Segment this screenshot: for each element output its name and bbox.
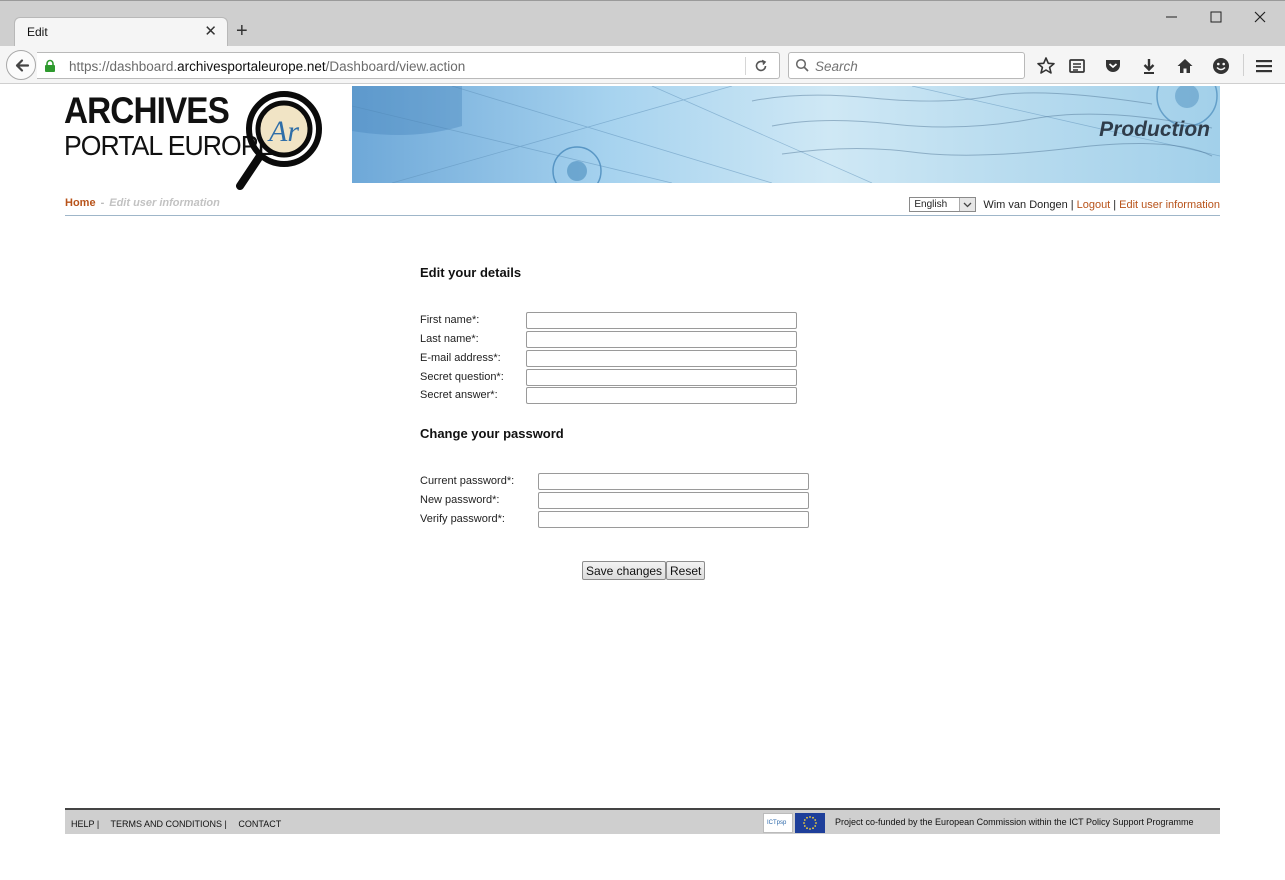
new-tab-icon[interactable]: + xyxy=(236,21,248,41)
tab-edit[interactable]: Edit ✕ xyxy=(14,17,228,47)
secret-answer-label: Secret answer*: xyxy=(420,389,498,401)
logo-mark-text: Ar xyxy=(267,115,299,148)
footer-help-link[interactable]: HELP | xyxy=(71,819,99,829)
url-host: archivesportaleurope.net xyxy=(177,59,326,74)
footer-links: HELP | TERMS AND CONDITIONS | CONTACT xyxy=(71,819,290,829)
url-separator xyxy=(745,57,746,75)
tab-bar: Edit ✕ + xyxy=(0,0,1285,47)
breadcrumb-home-link[interactable]: Home xyxy=(65,197,96,209)
secret-question-input[interactable] xyxy=(526,369,797,386)
verify-password-label: Verify password*: xyxy=(420,513,505,525)
tab-title: Edit xyxy=(27,25,48,39)
search-icon xyxy=(795,58,809,72)
navigation-toolbar: https://dashboard.archivesportaleurope.n… xyxy=(0,46,1285,84)
first-name-input[interactable] xyxy=(526,312,797,329)
tab-close-icon[interactable]: ✕ xyxy=(204,24,217,40)
secret-question-label: Secret question*: xyxy=(420,371,504,383)
back-arrow-icon xyxy=(15,59,30,72)
lock-icon[interactable] xyxy=(43,59,57,73)
chevron-down-icon xyxy=(959,198,976,211)
edit-details-heading: Edit your details xyxy=(420,265,522,280)
footer-terms-link[interactable]: TERMS AND CONDITIONS | xyxy=(111,819,227,829)
user-name: Wim van Dongen xyxy=(983,198,1068,211)
hello-smiley-icon[interactable] xyxy=(1211,56,1231,76)
url-prefix: https://dashboard. xyxy=(69,59,178,74)
reset-button[interactable]: Reset xyxy=(666,561,706,580)
save-changes-button[interactable]: Save changes xyxy=(582,561,667,580)
reload-icon[interactable] xyxy=(753,58,769,74)
userbar-separator: | xyxy=(1113,198,1117,211)
magnifier-logo-icon: Ar xyxy=(236,91,322,190)
back-button[interactable] xyxy=(6,50,36,80)
breadcrumb: Home - Edit user information xyxy=(65,197,220,209)
banner-map-illustration xyxy=(352,86,1220,183)
minimize-icon[interactable] xyxy=(1162,7,1182,27)
language-select[interactable]: English xyxy=(909,197,977,212)
menu-hamburger-icon[interactable] xyxy=(1254,56,1274,76)
first-name-label: First name*: xyxy=(420,314,480,326)
search-bar[interactable]: Search xyxy=(788,52,1025,79)
url-text[interactable]: https://dashboard.archivesportaleurope.n… xyxy=(69,59,465,74)
environment-title: Production xyxy=(1099,118,1210,141)
bookmark-star-icon[interactable] xyxy=(1036,56,1056,76)
current-password-label: Current password*: xyxy=(420,475,515,487)
download-icon[interactable] xyxy=(1139,56,1159,76)
current-password-input[interactable] xyxy=(538,473,809,490)
email-label: E-mail address*: xyxy=(420,352,501,364)
last-name-input[interactable] xyxy=(526,331,797,348)
footer-contact-link[interactable]: CONTACT xyxy=(238,819,281,829)
new-password-label: New password*: xyxy=(420,494,500,506)
toolbar-divider xyxy=(1243,54,1244,76)
logout-link[interactable]: Logout xyxy=(1077,199,1111,211)
email-input[interactable] xyxy=(526,350,797,367)
ict-psp-logo: ICTpsp xyxy=(763,813,793,833)
user-bar: English Wim van Dongen | Logout | Edit u… xyxy=(909,197,1220,212)
search-placeholder: Search xyxy=(815,59,858,74)
userbar-separator: | xyxy=(1070,198,1074,211)
archives-portal-europe-logo[interactable]: ARCHIVES PORTAL EUROPE Ar xyxy=(64,86,326,192)
edit-user-information-link[interactable]: Edit user information xyxy=(1119,199,1220,211)
verify-password-input[interactable] xyxy=(538,511,809,528)
header-divider xyxy=(65,215,1220,216)
url-path: /Dashboard/view.action xyxy=(325,59,466,74)
language-selected-value: English xyxy=(914,199,948,210)
reading-list-icon[interactable] xyxy=(1067,56,1087,76)
breadcrumb-current: Edit user information xyxy=(109,197,220,209)
secret-answer-input[interactable] xyxy=(526,387,797,404)
pocket-icon[interactable] xyxy=(1103,56,1123,76)
change-password-heading: Change your password xyxy=(420,426,564,441)
header-banner: Production xyxy=(352,86,1220,183)
footer-funding-note: Project co-funded by the European Commis… xyxy=(835,817,1194,827)
last-name-label: Last name*: xyxy=(420,333,479,345)
url-bar[interactable]: https://dashboard.archivesportaleurope.n… xyxy=(37,52,780,79)
breadcrumb-separator: - xyxy=(100,197,105,209)
new-password-input[interactable] xyxy=(538,492,809,509)
eu-flag-icon xyxy=(795,813,825,833)
footer: HELP | TERMS AND CONDITIONS | CONTACT IC… xyxy=(65,808,1220,834)
home-icon[interactable] xyxy=(1175,56,1195,76)
close-window-icon[interactable] xyxy=(1250,7,1270,27)
maximize-icon[interactable] xyxy=(1206,7,1226,27)
